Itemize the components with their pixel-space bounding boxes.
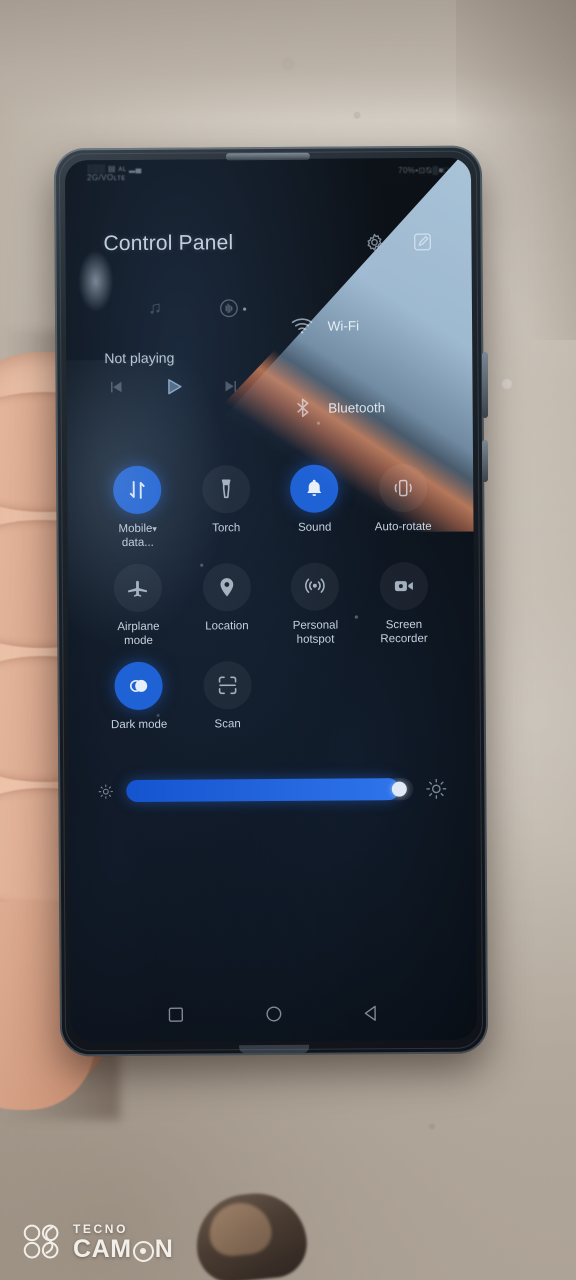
quick-toggle-airplane-mode[interactable]: Airplane mode [94,563,183,649]
camera-aperture-icon [132,1240,154,1262]
toggle-label: Personal hotspot [292,619,339,646]
brightness-high-icon [425,778,447,800]
media-and-connectivity: Not playing Wi-Fi Bluetooth [66,284,473,437]
toggle-bubble[interactable] [113,465,162,515]
media-controls [106,375,290,398]
watermark-model: CAM N [73,1234,174,1263]
bluetooth-icon [290,396,314,420]
toggle-bubble[interactable] [202,563,251,612]
chevron-down-icon: ▾ [152,523,157,534]
control-panel-header: Control Panel [65,230,471,257]
torch-icon [214,477,238,501]
toggle-bubble[interactable] [201,465,251,514]
media-status: Not playing [104,349,175,367]
connectivity-row-bluetooth[interactable]: Bluetooth [290,380,441,435]
toggle-label: Dark mode [110,718,168,732]
page-title: Control Panel [103,231,234,256]
previous-track-icon[interactable] [106,378,124,396]
toggle-bubble[interactable] [114,661,164,711]
phone-device: ░░░ ▤ ᴀʟ ▂▄ 2G/VOʟᴛᴇ 70%▪⊡⦰▒■□ Control P… [53,145,489,1057]
media-card: Not playing [98,285,291,436]
connectivity-list: Wi-Fi Bluetooth [289,284,441,435]
quick-settings-row: Mobile▾ data... Torch Sound Auto-rotate [93,463,448,551]
triangle-back-icon[interactable] [361,1002,383,1024]
square-recents-icon[interactable] [165,1004,187,1026]
connectivity-row-wifi[interactable]: Wi-Fi [289,298,440,353]
toggle-label: Airplane mode [117,620,160,647]
quick-settings-row: Dark mode Scan [94,660,448,733]
phone-screen: ░░░ ▤ ᴀʟ ▂▄ 2G/VOʟᴛᴇ 70%▪⊡⦰▒■□ Control P… [64,157,478,1043]
quick-toggle-empty [271,660,360,731]
toggle-label: Mobile▾ data... [118,522,157,549]
bell-icon [302,477,326,501]
connectivity-label: Wi-Fi [327,317,360,334]
quick-toggle-screen-recorder[interactable]: Screen Recorder [359,561,448,647]
quick-toggle-personal-hotspot[interactable]: Personal hotspot [271,562,360,647]
brightness-low-icon [97,783,114,800]
quick-settings-row: Airplane mode Location Personal hotspot … [94,561,449,649]
quick-settings-grid: Mobile▾ data... Torch Sound Auto-rotate … [67,463,475,747]
toggle-bubble[interactable] [290,464,339,513]
navigation-bar [71,1002,477,1027]
quick-toggle-empty [360,660,449,731]
quick-toggle-dark-mode[interactable]: Dark mode [94,661,183,733]
connectivity-label: Bluetooth [328,399,386,416]
toggle-label: Torch [212,522,241,535]
brightness-slider-fill [126,778,400,803]
music-note-icon [148,302,162,316]
brightness-slider-knob[interactable] [391,781,407,797]
gear-icon[interactable] [363,231,385,253]
airplane-icon [126,576,150,600]
toggle-bubble[interactable] [290,562,340,611]
tecno-logo-icon [22,1222,62,1262]
power-button[interactable] [482,440,488,482]
quick-toggle-scan[interactable]: Scan [183,661,272,732]
brightness-slider[interactable] [126,778,414,803]
wifi-icon [290,314,314,338]
camera-watermark: TECNO CAM N [22,1222,173,1262]
toggle-label: Screen Recorder [380,618,428,645]
toggle-label: Location [205,620,249,633]
mobile-data-icon [125,478,149,502]
quick-toggle-torch[interactable]: Torch [182,465,271,550]
edit-icon[interactable] [411,231,433,253]
hotspot-icon [303,575,327,599]
bottom-bezel-notch [239,1044,310,1054]
quick-toggle-auto-rotate[interactable]: Auto-rotate [359,463,448,549]
toggle-bubble[interactable] [378,463,428,513]
photo-scene: ░░░ ▤ ᴀʟ ▂▄ 2G/VOʟᴛᴇ 70%▪⊡⦰▒■□ Control P… [0,0,576,1280]
scan-icon [215,673,239,697]
toggle-bubble[interactable] [379,561,428,611]
quick-toggle-mobile-data[interactable]: Mobile▾ data... [93,465,182,551]
control-panel: Control Panel Not playing Wi-Fi Bluetoot… [65,158,477,1043]
toggle-label: Sound [298,521,332,534]
auto-rotate-icon [391,476,415,500]
audio-output-icon[interactable] [218,297,240,319]
header-actions [363,231,433,253]
quick-toggle-location[interactable]: Location [182,563,271,648]
watermark-brand: TECNO [73,1221,128,1236]
volume-button[interactable] [482,352,488,418]
brightness-control [69,778,475,803]
toggle-bubble[interactable] [203,661,252,710]
media-card-top [98,285,290,332]
play-icon[interactable] [162,376,184,398]
toggle-label: Scan [214,718,241,731]
video-camera-icon [392,574,416,598]
toggle-bubble[interactable] [113,563,163,613]
dark-mode-icon [127,674,151,698]
next-track-icon[interactable] [222,377,240,395]
quick-toggle-sound[interactable]: Sound [270,464,359,549]
location-pin-icon [215,575,239,599]
toggle-label: Auto-rotate [374,520,432,534]
watermark-text: TECNO CAM N [73,1223,173,1262]
circle-home-icon[interactable] [263,1003,285,1025]
